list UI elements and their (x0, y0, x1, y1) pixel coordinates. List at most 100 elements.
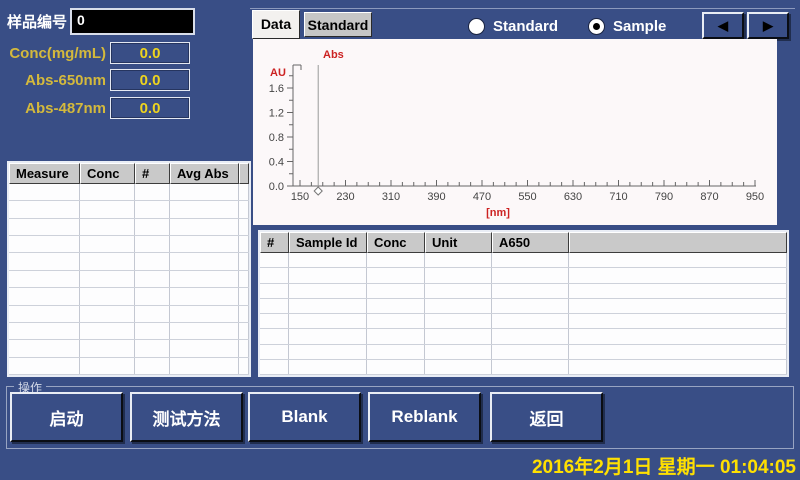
conc-label: Conc(mg/mL) (0, 45, 106, 62)
table-cell (492, 345, 569, 359)
table-cell (239, 201, 249, 217)
table-cell (239, 253, 249, 269)
table-cell (239, 184, 249, 200)
table-cell (239, 236, 249, 252)
table-cell (9, 358, 80, 374)
table-cell (135, 358, 170, 374)
table-cell (569, 314, 787, 328)
table-row[interactable] (9, 253, 249, 270)
table-row[interactable] (260, 284, 787, 299)
spectrum-chart-svg[interactable]: 0.00.40.81.21.61502303103904705506307107… (253, 39, 777, 225)
table-row[interactable] (9, 306, 249, 323)
abs487-value: 0.0 (110, 97, 190, 119)
results-table-header: # Sample Id Conc Unit A650 (260, 232, 787, 253)
table-cell (260, 314, 289, 328)
table-cell (492, 314, 569, 328)
table-cell (492, 253, 569, 267)
table-cell (80, 236, 135, 252)
y-axis-label: AU (270, 67, 286, 79)
table-row[interactable] (260, 329, 787, 344)
conc-value: 0.0 (110, 42, 190, 64)
table-row[interactable] (9, 236, 249, 253)
radio-sample[interactable]: Sample (588, 18, 666, 35)
table-row[interactable] (9, 340, 249, 357)
radio-standard[interactable]: Standard (468, 18, 558, 35)
table-cell (367, 268, 425, 282)
table-cell (135, 288, 170, 304)
table-cell (289, 299, 367, 313)
table-cell (9, 201, 80, 217)
table-cell (569, 284, 787, 298)
abs650-label: Abs-650nm (0, 72, 106, 89)
table-cell (425, 253, 492, 267)
col-conc: Conc (80, 163, 135, 184)
table-cell (80, 253, 135, 269)
table-cell (425, 268, 492, 282)
table-cell (170, 184, 239, 200)
reblank-button[interactable]: Reblank (368, 392, 481, 442)
prev-arrow-button[interactable]: ◀ (702, 12, 744, 39)
tab-standard[interactable]: Standard (304, 12, 372, 37)
table-row[interactable] (260, 253, 787, 268)
table-cell (425, 345, 492, 359)
table-cell (367, 329, 425, 343)
table-row[interactable] (9, 323, 249, 340)
table-row[interactable] (260, 268, 787, 283)
table-row[interactable] (260, 314, 787, 329)
table-cell (260, 284, 289, 298)
table-cell (289, 284, 367, 298)
sample-number-label: 样品编号 (7, 11, 67, 32)
sample-number-input[interactable]: 0 (70, 8, 195, 35)
table-cell (9, 271, 80, 287)
table-row[interactable] (260, 345, 787, 360)
table-cell (80, 184, 135, 200)
table-row[interactable] (9, 201, 249, 218)
table-cell (80, 306, 135, 322)
radio-sample-label: Sample (613, 18, 666, 35)
table-row[interactable] (260, 299, 787, 314)
table-cell (289, 345, 367, 359)
table-cell (135, 219, 170, 235)
table-cell (425, 329, 492, 343)
table-cell (135, 236, 170, 252)
x-tick-label: 390 (427, 191, 445, 203)
table-cell (9, 340, 80, 356)
table-cell (170, 201, 239, 217)
blank-button[interactable]: Blank (248, 392, 361, 442)
table-row[interactable] (260, 360, 787, 375)
return-button[interactable]: 返回 (490, 392, 603, 442)
tab-data[interactable]: Data (252, 10, 300, 39)
table-cell (367, 299, 425, 313)
table-cell (135, 253, 170, 269)
test-method-button[interactable]: 测试方法 (130, 392, 243, 442)
col-avg-abs: Avg Abs (170, 163, 239, 184)
start-button[interactable]: 启动 (10, 392, 123, 442)
cursor-handle[interactable] (314, 187, 322, 195)
y-tick-label: 0.8 (269, 132, 284, 144)
table-cell (367, 360, 425, 374)
col-sample-id: Sample Id (289, 232, 367, 253)
table-row[interactable] (9, 358, 249, 375)
table-cell (80, 340, 135, 356)
x-tick-label: 710 (609, 191, 627, 203)
table-row[interactable] (9, 184, 249, 201)
table-row[interactable] (9, 219, 249, 236)
col-number: # (135, 163, 170, 184)
table-cell (239, 306, 249, 322)
table-cell (135, 201, 170, 217)
table-cell (569, 360, 787, 374)
radio-standard-circle[interactable] (468, 18, 485, 35)
table-cell (239, 323, 249, 339)
x-tick-label: 550 (518, 191, 536, 203)
table-row[interactable] (9, 271, 249, 288)
x-tick-label: 870 (700, 191, 718, 203)
spectrum-chart[interactable]: 0.00.40.81.21.61502303103904705506307107… (253, 39, 777, 225)
y-tick-label: 0.0 (269, 181, 284, 193)
table-row[interactable] (9, 288, 249, 305)
table-cell (289, 329, 367, 343)
radio-sample-circle[interactable] (588, 18, 605, 35)
x-tick-label: 150 (291, 191, 309, 203)
next-arrow-button[interactable]: ▶ (747, 12, 789, 39)
table-cell (367, 284, 425, 298)
table-cell (239, 358, 249, 374)
